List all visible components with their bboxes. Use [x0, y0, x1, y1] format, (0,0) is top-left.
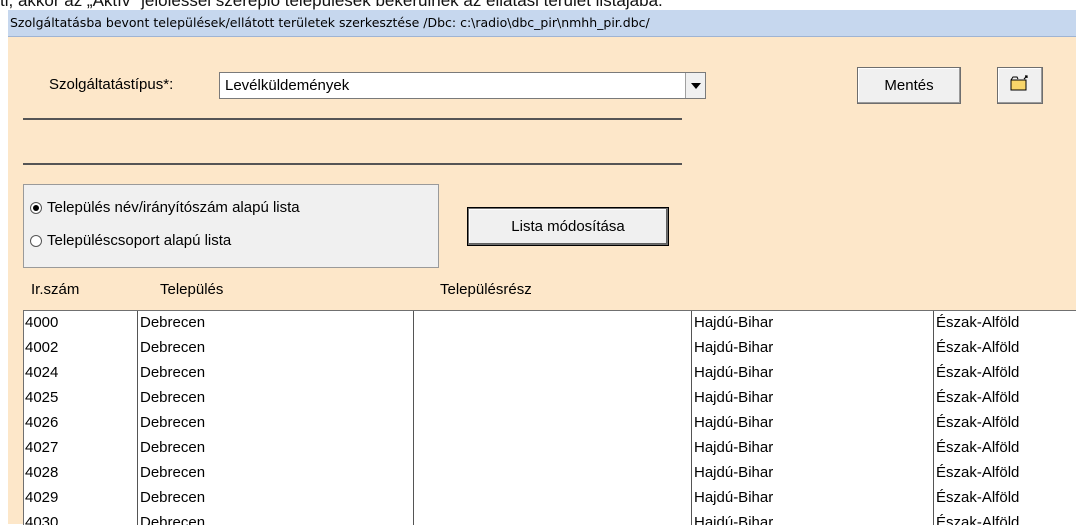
cell-county: Hajdú-Bihar [691, 336, 933, 361]
table-row[interactable]: 4030 Debrecen Hajdú-Bihar Észak-Alföld [24, 511, 1076, 525]
cell-zip: 4025 [25, 389, 59, 406]
list-type-group: Település név/irányítószám alapú lista T… [23, 184, 439, 268]
cell-region: Észak-Alföld [933, 486, 1076, 511]
radio-label: Település név/irányítószám alapú lista [47, 199, 300, 216]
cell-county: Hajdú-Bihar [691, 436, 933, 461]
cell-zip: 4002 [25, 339, 59, 356]
cell-zip: 4024 [25, 364, 59, 381]
cell-zip: 4029 [25, 489, 59, 506]
cell-district [413, 511, 691, 525]
cell-district [413, 486, 691, 511]
cell-region: Észak-Alföld [933, 411, 1076, 436]
column-header-zip[interactable]: Ir.szám [31, 281, 79, 298]
open-folder-button[interactable] [997, 67, 1043, 104]
cell-district [413, 411, 691, 436]
cell-county: Hajdú-Bihar [691, 311, 933, 336]
cell-settlement: Debrecen [137, 361, 413, 386]
cell-settlement: Debrecen [137, 311, 413, 336]
cell-zip: 4000 [25, 314, 59, 331]
service-type-value: Levélküldemények [225, 77, 350, 94]
cell-county: Hajdú-Bihar [691, 386, 933, 411]
cell-county: Hajdú-Bihar [691, 461, 933, 486]
window-title: Szolgáltatásba bevont települések/elláto… [10, 15, 650, 30]
cell-district [413, 311, 691, 336]
radio-option-settlement-group[interactable]: Településcsoport alapú lista [30, 232, 231, 249]
settlement-list[interactable]: 4000 Debrecen Hajdú-Bihar Észak-Alföld 4… [23, 310, 1076, 525]
table-row[interactable]: 4029 Debrecen Hajdú-Bihar Észak-Alföld [24, 486, 1076, 511]
cell-district [413, 461, 691, 486]
table-row[interactable]: 4002 Debrecen Hajdú-Bihar Észak-Alföld [24, 336, 1076, 361]
table-row[interactable]: 4024 Debrecen Hajdú-Bihar Észak-Alföld [24, 361, 1076, 386]
cell-region: Észak-Alföld [933, 336, 1076, 361]
column-header-district[interactable]: Településrész [440, 281, 532, 298]
cell-region: Észak-Alföld [933, 386, 1076, 411]
radio-option-name-zip[interactable]: Település név/irányítószám alapú lista [30, 199, 300, 216]
cell-district [413, 436, 691, 461]
cell-region: Észak-Alföld [933, 311, 1076, 336]
radio-selected-icon[interactable] [30, 201, 42, 214]
cell-district [413, 336, 691, 361]
editor-window: Szolgáltatásba bevont települések/elláto… [8, 10, 1076, 525]
radio-label: Településcsoport alapú lista [47, 232, 232, 249]
table-row[interactable]: 4000 Debrecen Hajdú-Bihar Észak-Alföld [24, 311, 1076, 336]
cell-district [413, 386, 691, 411]
cell-county: Hajdú-Bihar [691, 486, 933, 511]
table-row[interactable]: 4028 Debrecen Hajdú-Bihar Észak-Alföld [24, 461, 1076, 486]
cell-settlement: Debrecen [137, 511, 413, 525]
window-titlebar[interactable]: Szolgáltatásba bevont települések/elláto… [8, 10, 1076, 37]
cell-settlement: Debrecen [137, 486, 413, 511]
cell-county: Hajdú-Bihar [691, 511, 933, 525]
cell-settlement: Debrecen [137, 336, 413, 361]
cell-county: Hajdú-Bihar [691, 361, 933, 386]
cell-zip: 4026 [25, 414, 59, 431]
table-row[interactable]: 4025 Debrecen Hajdú-Bihar Észak-Alföld [24, 386, 1076, 411]
cell-settlement: Debrecen [137, 386, 413, 411]
service-type-select[interactable]: Levélküldemények [219, 72, 706, 99]
divider-line [23, 118, 682, 120]
cell-settlement: Debrecen [137, 411, 413, 436]
chevron-down-icon[interactable] [685, 73, 705, 98]
cell-region: Észak-Alföld [933, 436, 1076, 461]
cell-settlement: Debrecen [137, 436, 413, 461]
cell-zip: 4027 [25, 439, 59, 456]
cell-region: Észak-Alföld [933, 511, 1076, 525]
divider-line [23, 163, 682, 165]
table-row[interactable]: 4026 Debrecen Hajdú-Bihar Észak-Alföld [24, 411, 1076, 436]
cell-region: Észak-Alföld [933, 461, 1076, 486]
cell-zip: 4030 [25, 514, 59, 525]
folder-open-icon [1010, 75, 1030, 96]
save-button[interactable]: Mentés [857, 67, 961, 104]
cell-region: Észak-Alföld [933, 361, 1076, 386]
cell-district [413, 361, 691, 386]
column-header-settlement[interactable]: Település [160, 281, 223, 298]
modify-list-button[interactable]: Lista módosítása [468, 208, 668, 245]
cell-zip: 4028 [25, 464, 59, 481]
table-row[interactable]: 4027 Debrecen Hajdú-Bihar Észak-Alföld [24, 436, 1076, 461]
service-type-label: Szolgáltatástípus*: [49, 76, 174, 93]
cell-settlement: Debrecen [137, 461, 413, 486]
radio-unselected-icon[interactable] [30, 234, 42, 247]
cell-county: Hajdú-Bihar [691, 411, 933, 436]
